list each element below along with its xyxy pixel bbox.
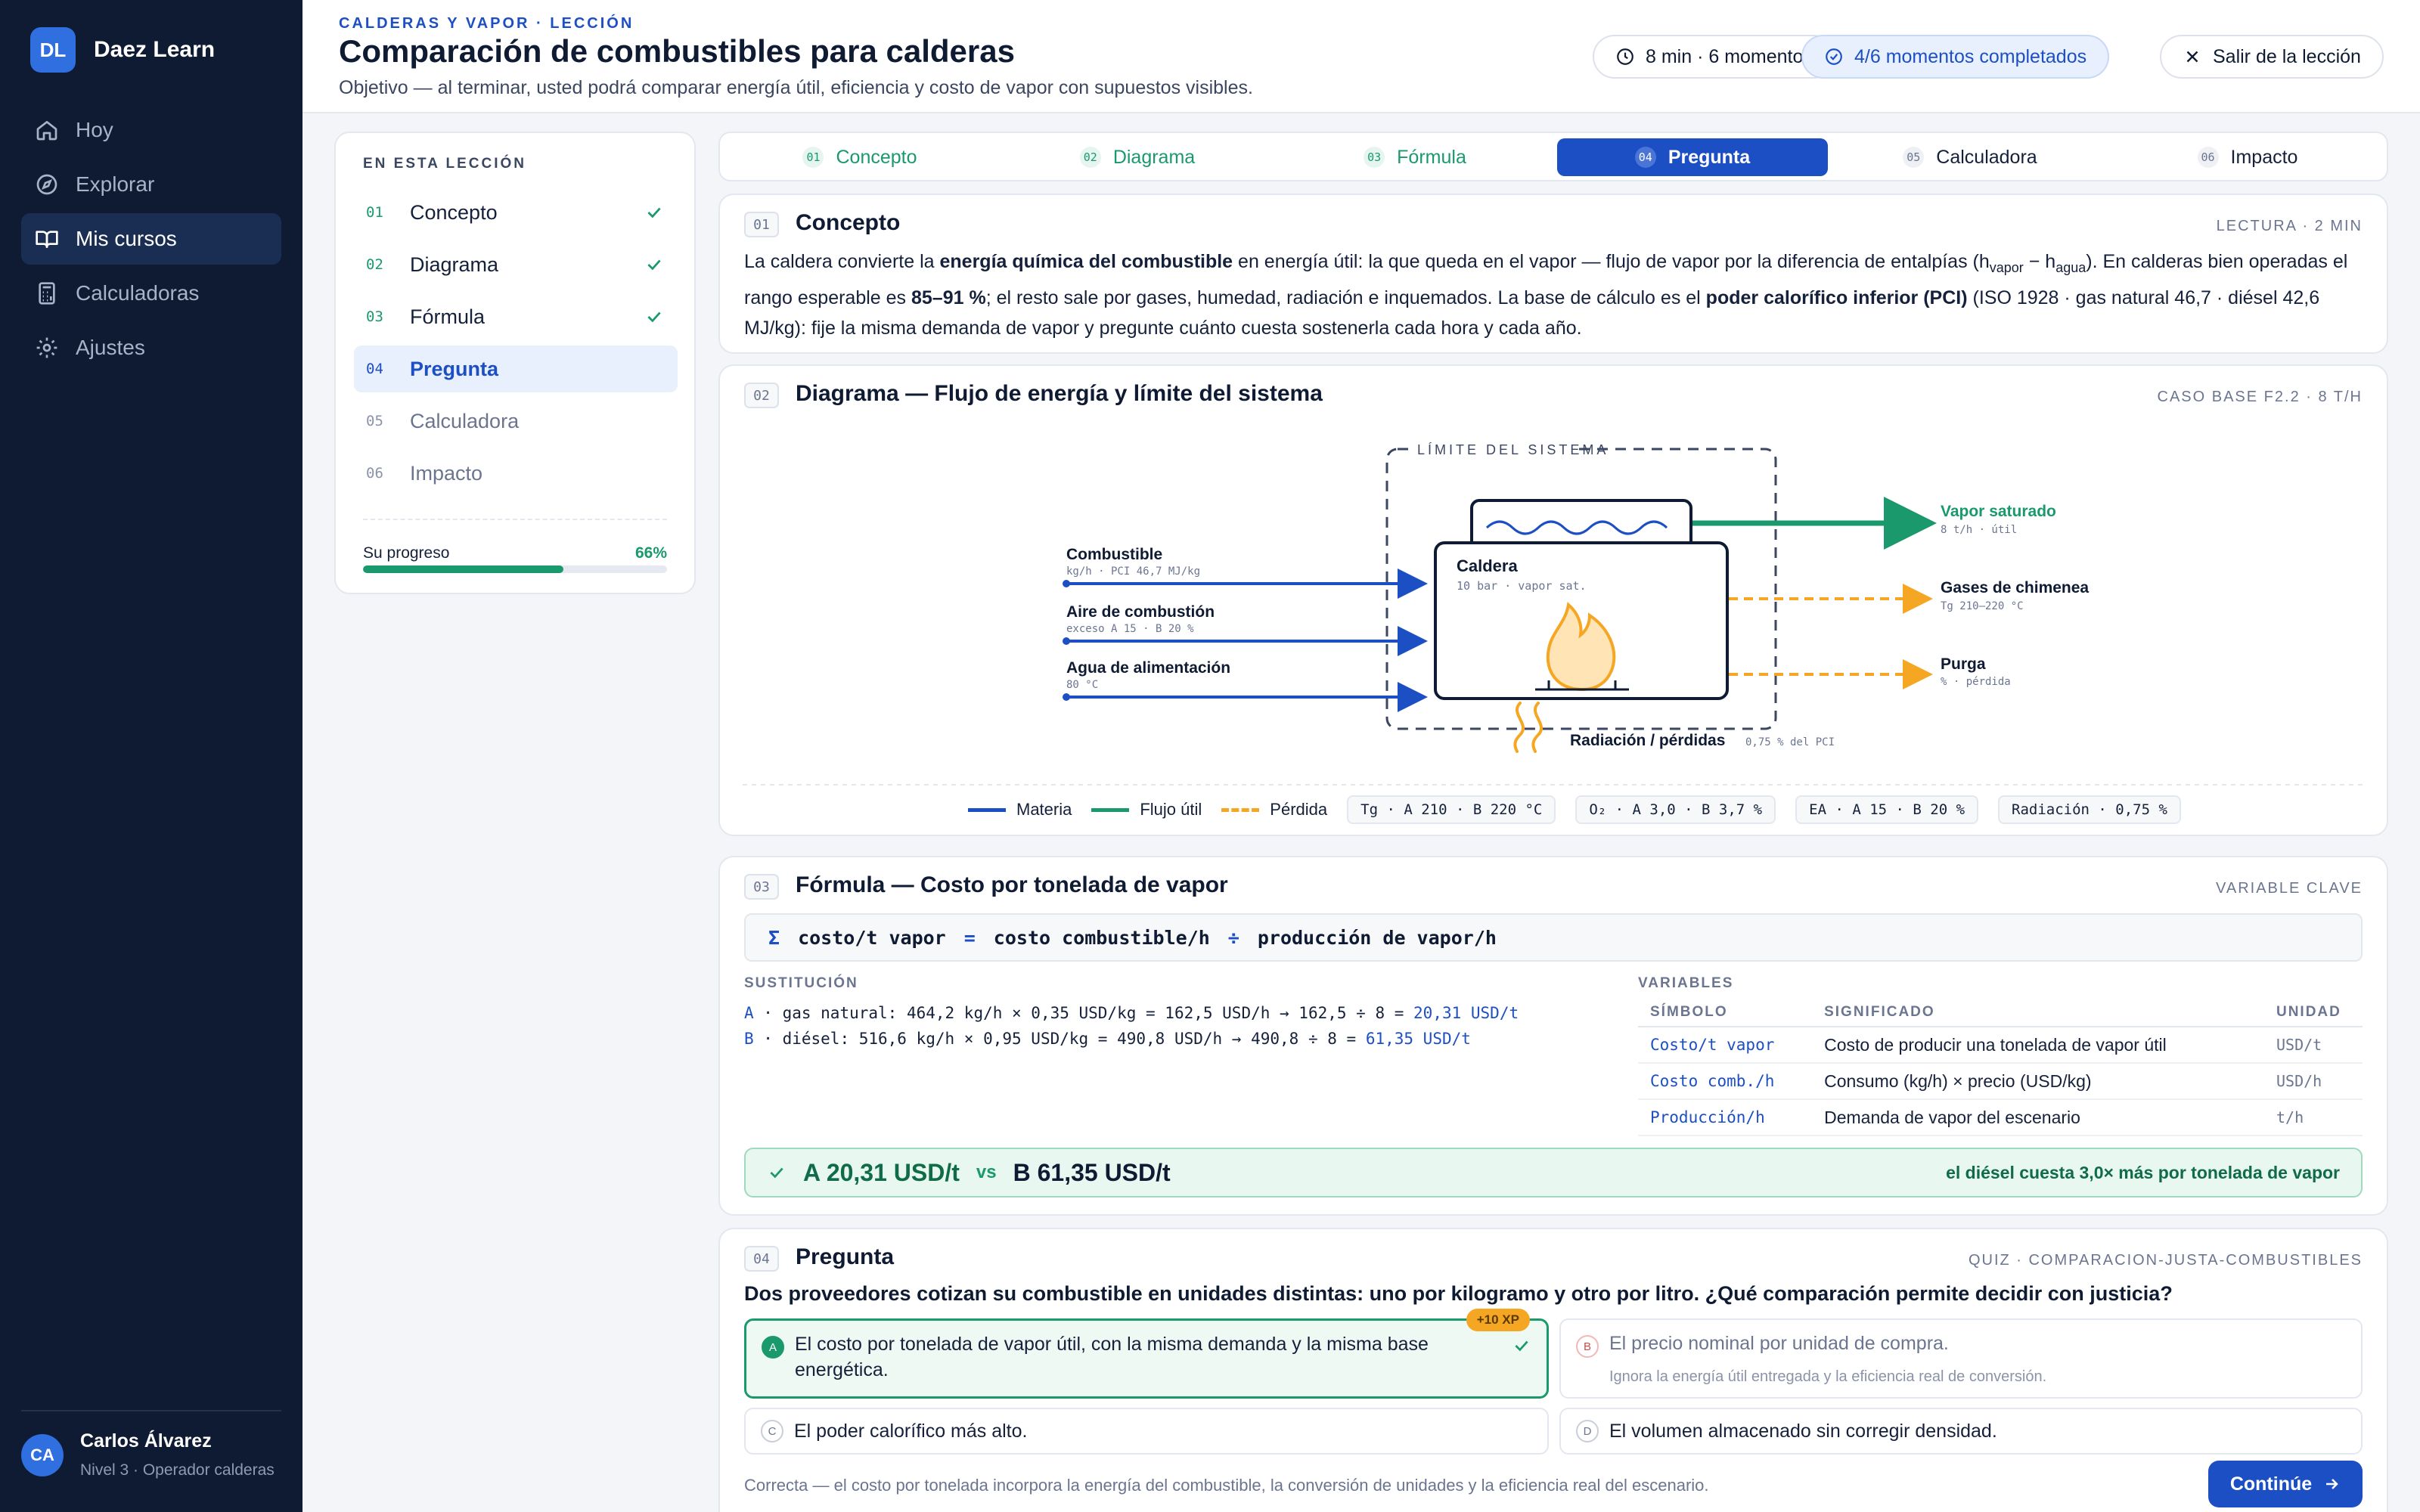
- section-meta: QUIZ · COMPARACION-JUSTA-COMBUSTIBLES: [1968, 1252, 2363, 1269]
- table-row: Costo comb./h Consumo (kg/h) × precio (US…: [1638, 1063, 2363, 1100]
- option-b[interactable]: B El precio nominal por unidad de compra…: [1559, 1318, 2363, 1399]
- continue-button[interactable]: Continúe: [2208, 1461, 2363, 1507]
- assumption-chip: Tg · A 210 · B 220 °C: [1347, 795, 1556, 824]
- water-label: Agua de alimentación: [1066, 659, 1230, 677]
- legend-perdida: Pérdida: [1221, 800, 1327, 820]
- table-row: Producción/h Demanda de vapor del escenar…: [1638, 1099, 2363, 1136]
- radiation-label: Radiación / pérdidas: [1570, 732, 1725, 749]
- option-text: El poder calorífico más alto.: [794, 1421, 1028, 1442]
- section-meta: VARIABLE CLAVE: [2216, 880, 2363, 897]
- variables-label: VARIABLES: [1638, 975, 1734, 991]
- table-row: Costo/t vapor Costo de producir una tonel…: [1638, 1027, 2363, 1064]
- steam-detail: 8 t/h · útil: [1941, 524, 2017, 536]
- option-text: El costo por tonelada de vapor útil, con…: [795, 1334, 1429, 1380]
- result-vs: vs: [976, 1162, 997, 1182]
- option-letter: C: [761, 1420, 783, 1442]
- option-a[interactable]: A El costo por tonelada de vapor útil, c…: [744, 1309, 1549, 1399]
- check-icon: [770, 1167, 783, 1179]
- option-letter: A: [762, 1336, 784, 1359]
- result-note: el diésel cuesta 3,0× más por tonelada d…: [1946, 1162, 2340, 1182]
- variables-table: SÍMBOLO SIGNIFICADO UNIDAD Costo/t vapor Co…: [1638, 998, 2363, 1136]
- steam-label: Vapor saturado: [1941, 503, 2056, 520]
- result-a: A 20,31 USD/t: [803, 1158, 960, 1186]
- xp-badge: +10 XP: [1466, 1309, 1530, 1331]
- option-letter: B: [1576, 1335, 1599, 1358]
- option-letter: D: [1576, 1420, 1599, 1442]
- formula-expression: Σ costo/t vapor = costo combustible/h ÷ …: [744, 913, 2363, 962]
- air-detail: exceso A 15 · B 20 %: [1066, 623, 1194, 635]
- result-banner: A 20,31 USD/t vs B 61,35 USD/t el diésel…: [744, 1148, 2363, 1198]
- table-header: SÍMBOLO SIGNIFICADO UNIDAD: [1638, 998, 2363, 1027]
- radiation-heat-icon: [1513, 702, 1544, 753]
- option-c[interactable]: C El poder calorífico más alto.: [744, 1408, 1549, 1455]
- arrow-right-icon: [2326, 1479, 2338, 1489]
- assumption-chip: O₂ · A 3,0 · B 3,7 %: [1575, 795, 1776, 824]
- water-detail: 80 °C: [1066, 679, 1098, 691]
- flue-gas-detail: Tg 210–220 °C: [1941, 600, 2024, 612]
- option-text: El volumen almacenado sin corregir densi…: [1609, 1421, 1997, 1442]
- blowdown-label: Purga: [1941, 655, 1986, 673]
- water-dot: [1063, 693, 1070, 701]
- quiz-feedback: Correcta — el costo por tonelada incorpo…: [744, 1476, 1709, 1495]
- blowdown-detail: % · pérdida: [1941, 676, 2011, 688]
- section-number: 04: [744, 1246, 779, 1272]
- quiz-card: 04 Pregunta QUIZ · COMPARACION-JUSTA-COM…: [718, 1228, 2388, 1512]
- fuel-dot: [1063, 580, 1070, 587]
- radiation-detail: 0,75 % del PCI: [1745, 736, 1835, 748]
- boiler-detail: 10 bar · vapor sat.: [1457, 579, 1587, 593]
- air-label: Aire de combustión: [1066, 603, 1215, 621]
- assumption-chip: Radiación · 0,75 %: [1998, 795, 2181, 824]
- sigma-icon: Σ: [768, 926, 780, 949]
- flue-gas-label: Gases de chimenea: [1941, 579, 2089, 596]
- option-d[interactable]: D El volumen almacenado sin corregir den…: [1559, 1408, 2363, 1455]
- quiz-question: Dos proveedores cotizan su combustible e…: [744, 1282, 2173, 1305]
- assumption-chip: EA · A 15 · B 20 %: [1795, 795, 1979, 824]
- fuel-detail: kg/h · PCI 46,7 MJ/kg: [1066, 565, 1200, 578]
- section-title: Pregunta: [796, 1244, 895, 1269]
- substitution-line-a: A · gas natural: 464,2 kg/h × 0,35 USD/k…: [744, 1004, 1519, 1022]
- continue-label: Continúe: [2229, 1473, 2313, 1495]
- legend-materia: Materia: [968, 800, 1072, 820]
- substitution-line-b: B · diésel: 516,6 kg/h × 0,95 USD/kg = 4…: [744, 1030, 1471, 1048]
- boiler-label: Caldera: [1457, 556, 1518, 575]
- diagram-legend: Materia Flujo útil Pérdida Tg · A 210 · …: [968, 795, 2181, 824]
- formula-card: 03 Fórmula — Costo por tonelada de vapor…: [718, 856, 2388, 1216]
- air-dot: [1063, 637, 1070, 645]
- option-text: El precio nominal por unidad de compra.: [1609, 1333, 1949, 1354]
- result-b: B 61,35 USD/t: [1013, 1158, 1171, 1186]
- boundary-label: LÍMITE DEL SISTEMA: [1417, 442, 1609, 457]
- legend-util: Flujo útil: [1091, 800, 1202, 820]
- section-title: Fórmula — Costo por tonelada de vapor: [796, 872, 1228, 897]
- section-number: 03: [744, 874, 779, 900]
- substitution-label: SUSTITUCIÓN: [744, 975, 858, 991]
- option-hint: Ignora la energía útil entregada y la ef…: [1609, 1368, 2047, 1385]
- check-icon: [1515, 1340, 1528, 1352]
- fuel-label: Combustible: [1066, 546, 1162, 563]
